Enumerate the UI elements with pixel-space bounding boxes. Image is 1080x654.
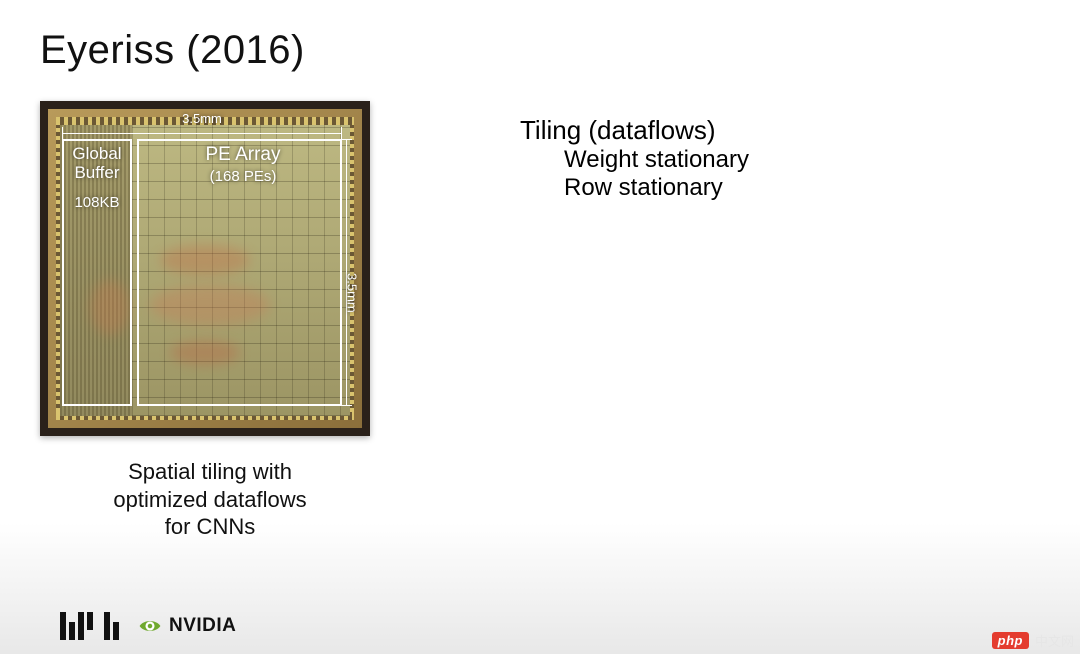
nvidia-logo: NVIDIA (137, 613, 236, 639)
chip-die-photo: 3.5mm 3.5mm Global Buffer 108KB PE Array… (40, 101, 370, 436)
content-row: 3.5mm 3.5mm Global Buffer 108KB PE Array… (40, 101, 1020, 541)
chip-caption: Spatial tiling with optimized dataflows … (40, 458, 380, 541)
right-column: Tiling (dataflows) Weight stationary Row… (520, 101, 749, 202)
nvidia-wordmark: NVIDIA (169, 615, 236, 637)
bullet-item: Weight stationary (564, 146, 749, 174)
chip-buffer-label-line1: Global (72, 144, 121, 163)
chip-width-dimension: 3.5mm (62, 127, 342, 139)
chip-pe-count-label: (168 PEs) (143, 169, 343, 186)
caption-line: optimized dataflows (113, 487, 306, 512)
chip-buffer-size: 108KB (64, 195, 130, 212)
bullet-item: Row stationary (564, 174, 749, 202)
chip-buffer-label: Global Buffer (64, 145, 130, 182)
watermark-badge: php (992, 632, 1029, 649)
chip-height-label: 3.5mm (345, 273, 360, 313)
site-watermark: php 中文网 (992, 631, 1074, 650)
slide-title: Eyeriss (2016) (40, 28, 1020, 73)
chip-pe-array-label: PE Array (143, 145, 343, 166)
nvidia-eye-icon (137, 613, 163, 639)
slide: Eyeriss (2016) 3.5mm (0, 0, 1080, 654)
left-column: 3.5mm 3.5mm Global Buffer 108KB PE Array… (40, 101, 380, 541)
chip-buffer-label-line2: Buffer (74, 163, 119, 182)
mit-logo-icon (60, 612, 119, 640)
footer-logos: NVIDIA (60, 612, 236, 640)
watermark-text: 中文网 (1035, 631, 1074, 650)
bullet-heading: Tiling (dataflows) (520, 115, 749, 146)
caption-line: for CNNs (165, 514, 255, 539)
chip-width-label: 3.5mm (62, 111, 342, 126)
caption-line: Spatial tiling with (128, 459, 292, 484)
